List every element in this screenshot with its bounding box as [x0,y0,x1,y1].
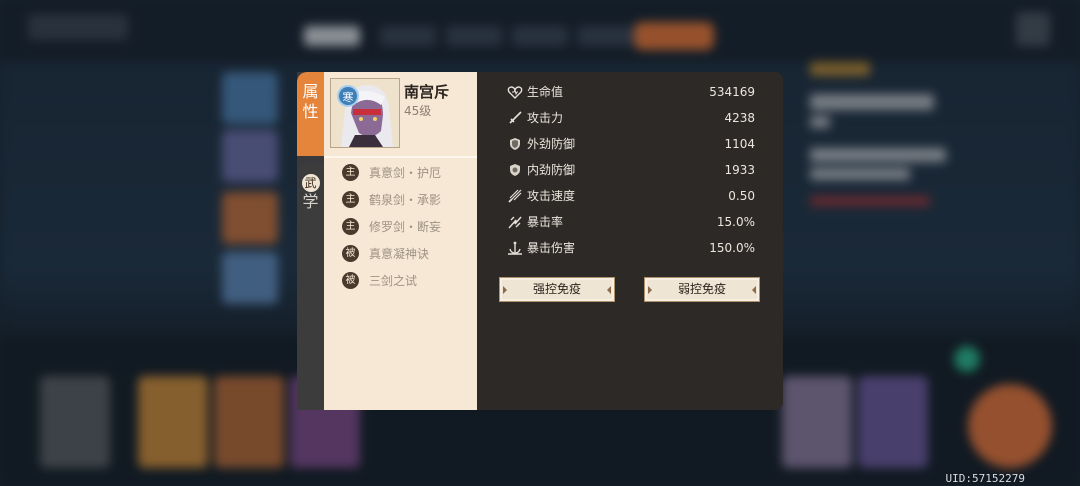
hero-portrait-icon[interactable]: 寒 [330,78,400,148]
crit-damage-icon [508,241,522,255]
stat-row-outer-defense: 外劲防御 1104 [507,135,755,153]
speed-icon [508,189,522,203]
skill-item[interactable]: 主 真意剑・护厄 [342,162,441,182]
stat-row-crit-damage: 暴击伤害 150.0% [507,239,755,257]
stat-row-attack: 攻击力 4238 [507,109,755,127]
skill-type-badge: 主 [342,163,359,181]
skill-item[interactable]: 主 鹤泉剑・承影 [342,189,441,209]
weak-control-immunity-button[interactable]: 弱控免疫 [644,277,760,302]
user-id-label: UID:57152279 [945,472,1025,485]
skill-name: 修罗剑・断妄 [369,219,442,234]
stat-value: 15.0% [716,215,755,229]
stat-value: 534169 [709,85,755,99]
stat-row-attack-speed: 攻击速度 0.50 [507,187,755,205]
side-tab-bar: 属 性 武 学 [297,72,324,410]
stat-value: 0.50 [728,189,755,203]
element-badge: 寒 [337,85,359,107]
tab-martial-arts-label-2: 学 [302,192,319,211]
stat-label: 内劲防御 [527,163,576,177]
stat-row-crit-rate: 暴击率 15.0% [507,213,755,231]
stat-label: 攻击力 [527,111,564,125]
skill-name: 真意凝神诀 [369,246,430,261]
stat-label: 外劲防御 [527,137,576,151]
skill-type-badge: 被 [342,244,359,262]
skill-item[interactable]: 被 真意凝神诀 [342,243,429,263]
stat-value: 1933 [724,163,755,177]
stat-value: 150.0% [709,241,755,255]
skill-name: 真意剑・护厄 [369,165,442,180]
skill-item[interactable]: 被 三剑之试 [342,270,417,290]
tab-attributes-label-1: 属 [302,82,319,101]
skill-type-badge: 主 [342,190,359,208]
heart-icon [507,86,523,99]
skill-type-badge: 被 [342,271,359,289]
panel-divider [324,156,477,158]
stat-value: 4238 [724,111,755,125]
stat-row-inner-defense: 内劲防御 1933 [507,161,755,179]
skill-type-badge: 主 [342,217,359,235]
crit-icon [508,216,522,229]
shield-icon [510,138,520,150]
hero-level: 45级 [404,104,432,118]
stat-label: 暴击伤害 [527,241,576,255]
strong-control-immunity-button[interactable]: 强控免疫 [499,277,615,302]
hero-name: 南宫斥 [404,83,450,101]
skill-name: 三剑之试 [369,273,418,288]
skill-item[interactable]: 主 修罗剑・断妄 [342,216,441,236]
tab-attributes[interactable]: 属 性 [297,72,324,156]
stat-label: 暴击率 [527,215,564,229]
tab-martial-arts-label-1: 武 [301,174,320,192]
character-detail-modal: 属 性 武 学 寒 南宫斥 45级 主 真意剑・护厄 主 鹤泉剑・承影 主 修罗… [297,72,783,410]
skill-name: 鹤泉剑・承影 [369,192,442,207]
stats-panel: 生命值 534169 攻击力 4238 外劲防御 1104 内劲防御 1933 … [477,72,783,410]
stat-label: 攻击速度 [527,189,576,203]
tab-martial-arts[interactable]: 武 学 [297,164,324,410]
hero-info-panel: 寒 南宫斥 45级 主 真意剑・护厄 主 鹤泉剑・承影 主 修罗剑・断妄 被 真… [324,72,477,410]
stat-label: 生命值 [527,85,564,99]
tab-attributes-label-2: 性 [302,102,319,121]
stat-value: 1104 [724,137,755,151]
sword-icon [509,111,522,124]
shield-icon [510,164,520,176]
stat-row-hp: 生命值 534169 [507,83,755,101]
